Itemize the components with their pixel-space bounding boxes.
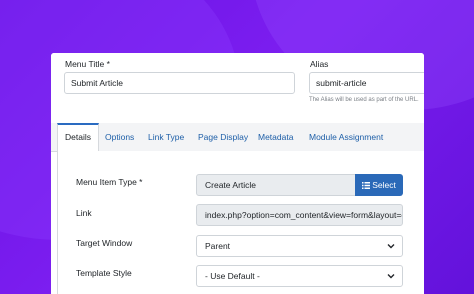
tab-page-display[interactable]: Page Display [198,123,248,151]
menu-item-type-field: Create Article [196,174,356,196]
header-fields: Menu Title * Submit Article Alias submit… [51,53,424,123]
tab-link-type[interactable]: Link Type [148,123,184,151]
link-field: index.php?option=com_content&view=form&l… [196,204,403,226]
select-button[interactable]: Select [355,174,403,196]
tab-metadata[interactable]: Metadata [258,123,293,151]
alias-hint: The Alias will be used as part of the UR… [309,97,419,103]
list-icon [362,182,371,189]
chevron-down-icon [387,244,395,249]
target-window-label: Target Window [76,238,133,248]
tab-module-assignment[interactable]: Module Assignment [309,123,383,151]
alias-label: Alias [310,59,329,69]
menu-item-edit-panel: Menu Title * Submit Article Alias submit… [51,53,424,294]
target-window-value: Parent [205,241,231,251]
tab-details[interactable]: Details [57,123,99,153]
menu-title-input[interactable]: Submit Article [64,72,295,94]
target-window-select[interactable]: Parent [196,235,403,257]
select-button-label: Select [372,180,396,190]
link-label: Link [76,208,92,218]
menu-title-label: Menu Title * [65,59,110,69]
alias-input[interactable]: submit-article [309,72,424,94]
template-style-select[interactable]: - Use Default - [196,265,403,287]
template-style-label: Template Style [76,268,132,278]
tab-options[interactable]: Options [105,123,134,151]
template-style-value: - Use Default - [205,271,260,281]
menu-item-type-label: Menu Item Type * [76,177,143,187]
chevron-down-icon [387,274,395,279]
